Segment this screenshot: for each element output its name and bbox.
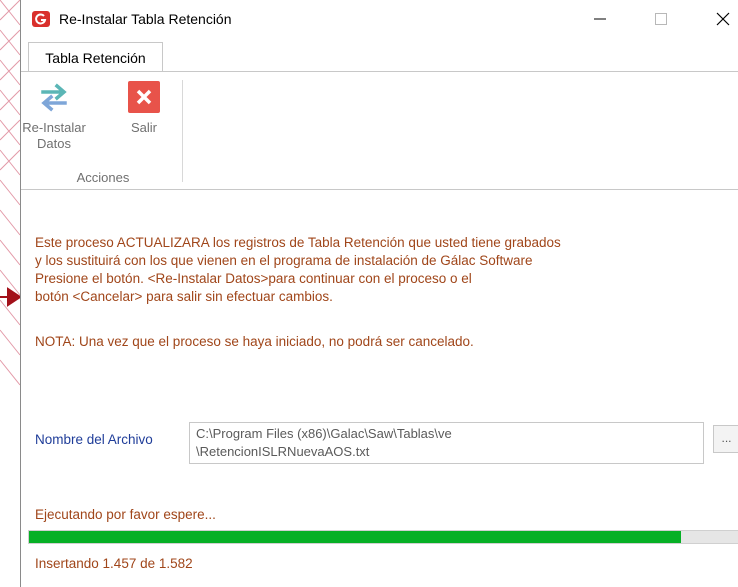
app-logo-icon [32, 11, 50, 27]
progress-bar [28, 530, 738, 544]
salir-button[interactable]: Salir [121, 80, 167, 136]
maximize-icon [655, 13, 667, 25]
ribbon-tabs: Tabla Retención [21, 38, 738, 72]
status-text: Ejecutando por favor espere... [35, 507, 216, 522]
close-x-icon [127, 80, 161, 114]
title-bar: Re-Instalar Tabla Retención [21, 0, 738, 38]
swap-arrows-icon [37, 80, 71, 114]
tab-tabla-retencion[interactable]: Tabla Retención [28, 42, 163, 72]
reinstalar-label-line2: Datos [37, 136, 71, 151]
file-path-field[interactable]: C:\Program Files (x86)\Galac\Saw\Tablas\… [189, 422, 704, 464]
file-name-label: Nombre del Archivo [35, 432, 153, 447]
dialog-window: Re-Instalar Tabla Retención Tabla Retenc… [20, 0, 738, 587]
reinstalar-label-line1: Re-Instalar [22, 120, 86, 135]
salir-label: Salir [130, 120, 157, 135]
warning-message: Este proceso ACTUALIZARA los registros d… [35, 234, 725, 306]
progress-detail: Insertando 1.457 de 1.582 [35, 556, 193, 571]
ribbon-group-separator [182, 80, 183, 182]
pointer-arrow-icon [0, 286, 22, 308]
file-path-line-1: C:\Program Files (x86)\Galac\Saw\Tablas\… [196, 426, 452, 441]
message-line-4: botón <Cancelar> para salir sin efectuar… [35, 289, 333, 304]
message-line-1: Este proceso ACTUALIZARA los registros d… [35, 235, 561, 250]
close-icon [716, 12, 730, 26]
close-button[interactable] [700, 0, 738, 38]
progress-bar-fill [29, 531, 682, 543]
maximize-button[interactable] [638, 0, 684, 38]
ribbon-panel: Re-Instalar Datos Salir Acciones [21, 71, 738, 190]
minimize-button[interactable] [577, 0, 623, 38]
browse-button[interactable]: ... [713, 425, 738, 453]
nota-message: NOTA: Una vez que el proceso se haya ini… [35, 334, 474, 349]
reinstalar-datos-button[interactable]: Re-Instalar Datos [21, 80, 87, 152]
minimize-icon [594, 18, 606, 20]
file-path-line-2: \RetencionISLRNuevaAOS.txt [196, 444, 370, 459]
window-title: Re-Instalar Tabla Retención [59, 11, 232, 27]
message-line-2: y los sustituirá con los que vienen en e… [35, 253, 533, 268]
acciones-group-label: Acciones [76, 170, 130, 185]
message-line-3: Presione el botón. <Re-Instalar Datos>pa… [35, 271, 472, 286]
